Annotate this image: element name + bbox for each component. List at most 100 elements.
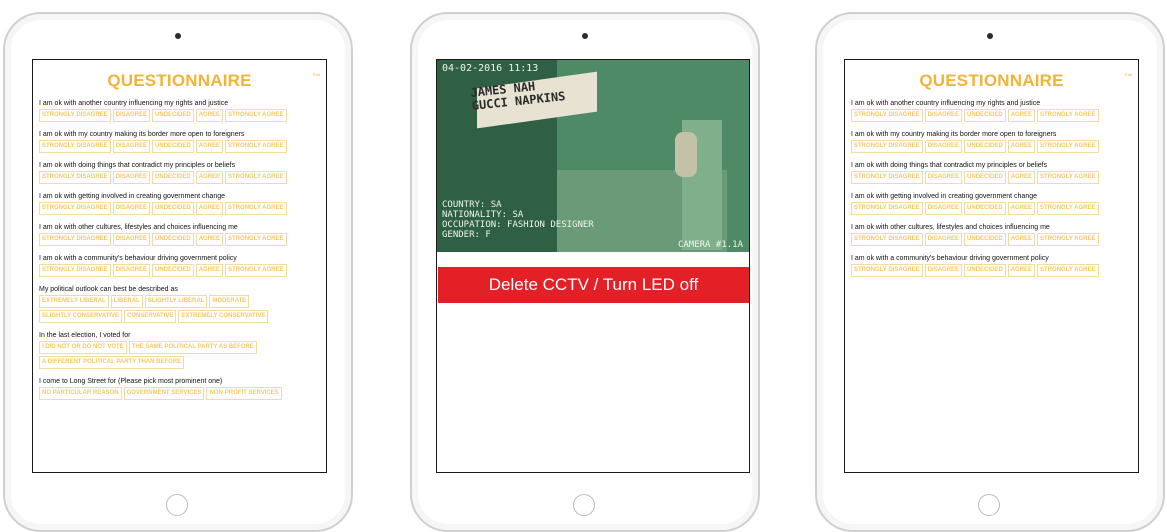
questionnaire-screen-right: Edit QUESTIONNAIRE I am ok with another … — [844, 59, 1139, 473]
answer-option-button[interactable]: DISAGREE — [924, 233, 963, 246]
answer-option-button[interactable]: STRONGLY DISAGREE — [39, 202, 111, 215]
answer-option-button[interactable]: DISAGREE — [112, 233, 151, 246]
answer-option-button[interactable]: UNDECIDED — [964, 202, 1006, 215]
question-text: I come to Long Street for (Please pick m… — [39, 378, 223, 385]
answer-options: NO PARTICULAR REASON GOVERNMENT SERVICES N… — [39, 387, 326, 400]
answer-option-button[interactable]: UNDECIDED — [152, 171, 194, 184]
answer-option-button[interactable]: STRONGLY AGREE — [225, 202, 287, 215]
question-block: I am ok with other cultures, lifestyles … — [851, 224, 1138, 246]
answer-option-button[interactable]: STRONGLY AGREE — [1037, 171, 1099, 184]
question-text: I am ok with doing things that contradic… — [851, 162, 1048, 169]
answer-option-button[interactable]: STRONGLY DISAGREE — [39, 233, 111, 246]
question-text: I am ok with other cultures, lifestyles … — [39, 224, 238, 231]
answer-option-button[interactable]: AGREE — [195, 233, 224, 246]
answer-option-button[interactable]: STRONGLY AGREE — [225, 109, 287, 122]
answer-option-button[interactable]: AGREE — [1007, 264, 1036, 277]
question-block: I am ok with getting involved in creatin… — [851, 193, 1138, 215]
answer-option-button[interactable]: STRONGLY AGREE — [1037, 264, 1099, 277]
answer-option-button[interactable]: DISAGREE — [112, 140, 151, 153]
answer-option-button[interactable]: STRONGLY AGREE — [1037, 233, 1099, 246]
question-block: I am ok with doing things that contradic… — [39, 162, 326, 184]
answer-option-button[interactable]: STRONGLY DISAGREE — [851, 264, 923, 277]
answer-option-button[interactable]: UNDECIDED — [964, 171, 1006, 184]
answer-option-button[interactable]: EXTREMELY LIBERAL — [39, 295, 109, 308]
question-block: I am ok with a community's behaviour dri… — [39, 255, 326, 277]
answer-options: STRONGLY DISAGREE DISAGREE UNDECIDED AGREE S… — [39, 171, 326, 184]
answer-option-button[interactable]: DISAGREE — [924, 109, 963, 122]
answer-option-button[interactable]: AGREE — [195, 109, 224, 122]
answer-option-button[interactable]: UNDECIDED — [152, 233, 194, 246]
answer-option-button[interactable]: STRONGLY AGREE — [225, 264, 287, 277]
answer-option-button[interactable]: AGREE — [1007, 171, 1036, 184]
answer-options: STRONGLY DISAGREE DISAGREE UNDECIDED AGREE S… — [39, 140, 326, 153]
answer-option-button[interactable]: STRONGLY AGREE — [225, 233, 287, 246]
answer-option-button[interactable]: DISAGREE — [112, 171, 151, 184]
answer-option-button[interactable]: SLIGHTLY LIBERAL — [144, 295, 208, 308]
answer-option-button[interactable]: AGREE — [195, 264, 224, 277]
answer-option-button[interactable]: AGREE — [1007, 202, 1036, 215]
question-block: I am ok with doing things that contradic… — [851, 162, 1138, 184]
feed-person — [675, 132, 697, 177]
camera-id: CAMERA #1.1A — [677, 240, 743, 250]
answer-option-button[interactable]: STRONGLY AGREE — [1037, 140, 1099, 153]
answer-option-button[interactable]: DISAGREE — [924, 202, 963, 215]
answer-options: STRONGLY DISAGREE DISAGREE UNDECIDED AGREE S… — [851, 140, 1138, 153]
answer-option-button[interactable]: LIBERAL — [110, 295, 143, 308]
answer-option-button[interactable]: STRONGLY DISAGREE — [39, 109, 111, 122]
answer-option-button[interactable]: DISAGREE — [112, 202, 151, 215]
answer-option-button[interactable]: AGREE — [1007, 109, 1036, 122]
answer-option-button[interactable]: I DID NOT OR DO NOT VOTE — [39, 341, 127, 354]
answer-option-button[interactable]: DISAGREE — [924, 264, 963, 277]
answer-option-button[interactable]: AGREE — [195, 171, 224, 184]
answer-option-button[interactable]: UNDECIDED — [964, 233, 1006, 246]
answer-option-button[interactable]: AGREE — [1007, 140, 1036, 153]
answer-option-button[interactable]: AGREE — [195, 140, 224, 153]
answer-option-button[interactable]: STRONGLY DISAGREE — [851, 202, 923, 215]
answer-option-button[interactable]: STRONGLY DISAGREE — [851, 109, 923, 122]
answer-option-button[interactable]: A DIFFERENT POLITICAL PARTY THAN BEFORE — [39, 356, 185, 369]
answer-option-button[interactable]: UNDECIDED — [964, 109, 1006, 122]
answer-option-button[interactable]: DISAGREE — [924, 140, 963, 153]
answer-option-button[interactable]: NON-PROFIT SERVICES — [206, 387, 282, 400]
question-text: I am ok with another country influencing… — [39, 100, 229, 107]
answer-option-button[interactable]: STRONGLY DISAGREE — [39, 264, 111, 277]
answer-option-button[interactable]: GOVERNMENT SERVICES — [123, 387, 205, 400]
answer-option-button[interactable]: UNDECIDED — [964, 140, 1006, 153]
answer-option-button[interactable]: SLIGHTLY CONSERVATIVE — [39, 310, 123, 323]
answer-option-button[interactable]: UNDECIDED — [152, 140, 194, 153]
answer-option-button[interactable]: AGREE — [1007, 233, 1036, 246]
answer-option-button[interactable]: DISAGREE — [112, 264, 151, 277]
question-block: I am ok with my country making its borde… — [39, 131, 326, 153]
answer-option-button[interactable]: CONSERVATIVE — [124, 310, 177, 323]
answer-option-button[interactable]: NO PARTICULAR REASON — [39, 387, 122, 400]
cctv-feed: JAMES NAH GUCCI NAPKINS 04-02-2016 11:13… — [437, 60, 749, 252]
edit-link[interactable]: Edit — [1125, 72, 1132, 77]
answer-option-button[interactable]: THE SAME POLITICAL PARTY AS BEFORE — [128, 341, 257, 354]
answer-option-button[interactable]: STRONGLY DISAGREE — [39, 140, 111, 153]
answer-option-button[interactable]: EXTREMELY CONSERVATIVE — [178, 310, 269, 323]
answer-option-button[interactable]: AGREE — [195, 202, 224, 215]
home-button[interactable] — [978, 494, 1000, 516]
answer-option-button[interactable]: MODERATE — [209, 295, 250, 308]
edit-link[interactable]: Edit — [313, 72, 320, 77]
home-button[interactable] — [166, 494, 188, 516]
answer-option-button[interactable]: STRONGLY AGREE — [225, 140, 287, 153]
delete-cctv-button[interactable]: Delete CCTV / Turn LED off — [438, 267, 749, 303]
answer-option-button[interactable]: UNDECIDED — [152, 264, 194, 277]
answer-option-button[interactable]: STRONGLY DISAGREE — [851, 171, 923, 184]
answer-option-button[interactable]: STRONGLY AGREE — [1037, 202, 1099, 215]
question-text: I am ok with another country influencing… — [851, 100, 1041, 107]
answer-option-button[interactable]: STRONGLY DISAGREE — [39, 171, 111, 184]
answer-option-button[interactable]: STRONGLY DISAGREE — [851, 233, 923, 246]
question-block: I am ok with other cultures, lifestyles … — [39, 224, 326, 246]
answer-option-button[interactable]: UNDECIDED — [964, 264, 1006, 277]
answer-option-button[interactable]: UNDECIDED — [152, 109, 194, 122]
home-button[interactable] — [573, 494, 595, 516]
answer-option-button[interactable]: STRONGLY DISAGREE — [851, 140, 923, 153]
question-text: I am ok with getting involved in creatin… — [39, 193, 225, 200]
answer-option-button[interactable]: UNDECIDED — [152, 202, 194, 215]
answer-option-button[interactable]: DISAGREE — [112, 109, 151, 122]
answer-option-button[interactable]: STRONGLY AGREE — [1037, 109, 1099, 122]
answer-option-button[interactable]: STRONGLY AGREE — [225, 171, 287, 184]
answer-option-button[interactable]: DISAGREE — [924, 171, 963, 184]
